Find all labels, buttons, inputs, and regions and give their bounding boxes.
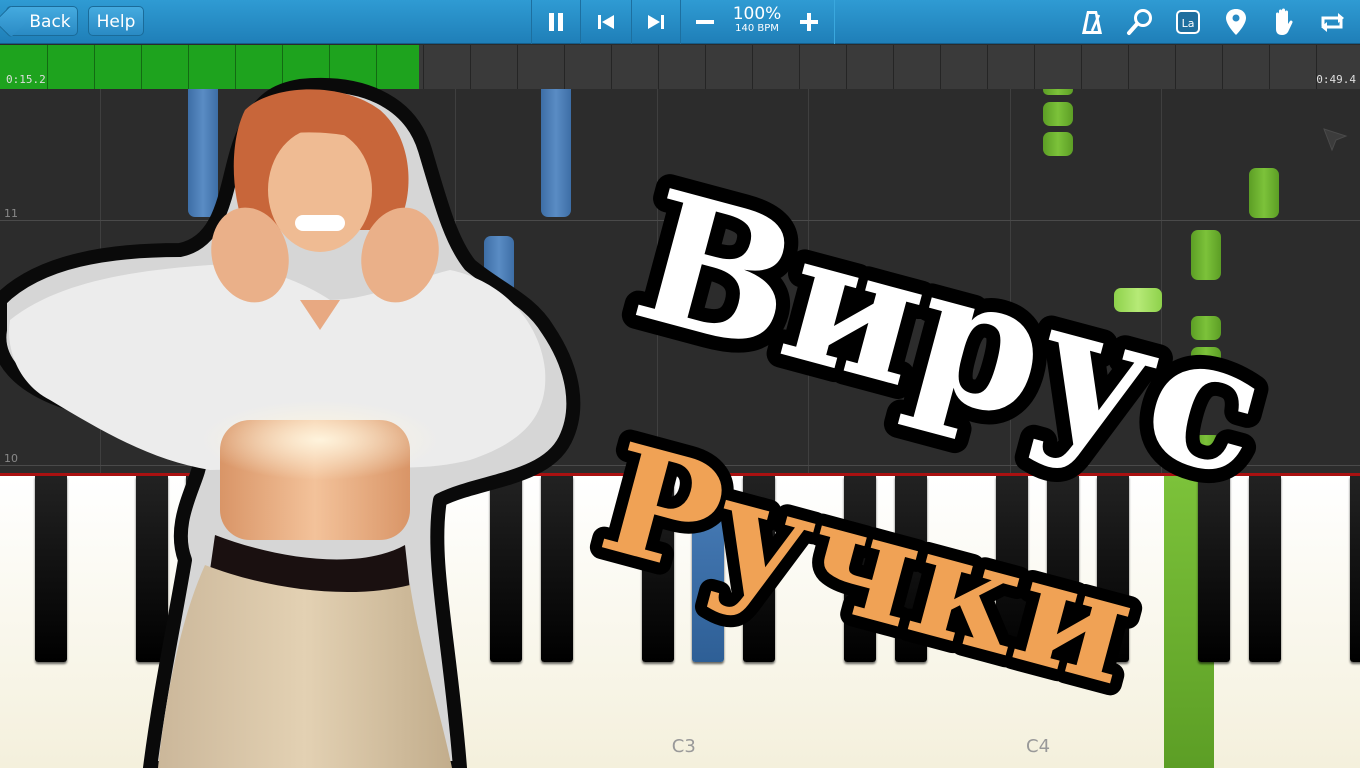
title-overlay: Вирус Вирус Ручки Ручки <box>574 136 1300 731</box>
